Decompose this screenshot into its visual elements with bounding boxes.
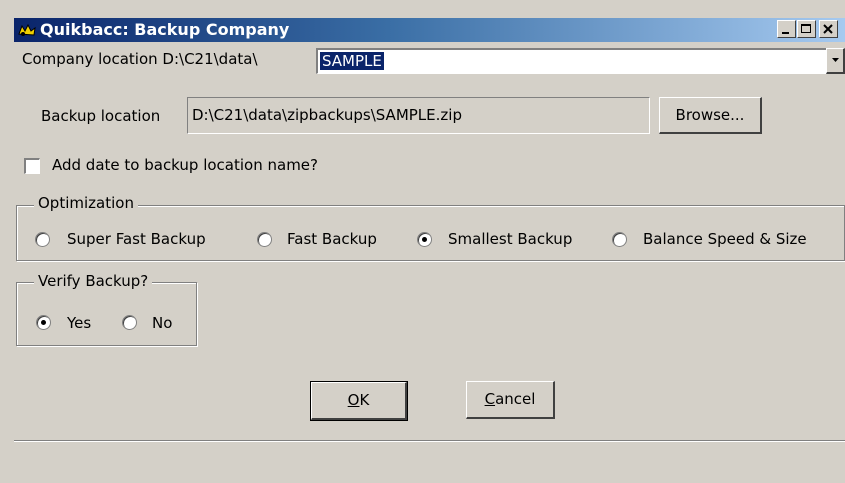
maximize-button[interactable]	[797, 20, 816, 38]
backup-location-label: Backup location	[41, 107, 161, 125]
title-bar[interactable]: Quikbacc: Backup Company	[14, 18, 845, 42]
backup-location-value: D:\C21\data\zipbackups\SAMPLE.zip	[192, 106, 462, 124]
verify-backup-legend: Verify Backup?	[34, 272, 153, 290]
optimization-legend: Optimization	[34, 194, 138, 212]
browse-button[interactable]: Browse...	[659, 97, 762, 134]
status-divider	[14, 440, 845, 442]
radio-balance-speed-size[interactable]	[612, 232, 627, 247]
company-value[interactable]: SAMPLE	[320, 52, 384, 70]
browse-button-label: Browse...	[675, 106, 745, 124]
radio-selected-dot	[422, 237, 427, 242]
label-balance-speed-size[interactable]: Balance Speed & Size	[643, 230, 807, 248]
radio-verify-no[interactable]	[122, 315, 137, 330]
cancel-button[interactable]: Cancel	[466, 381, 555, 419]
label-smallest-backup[interactable]: Smallest Backup	[448, 230, 572, 248]
label-verify-no[interactable]: No	[152, 314, 172, 332]
minimize-icon	[782, 32, 789, 34]
ok-button[interactable]: OK	[310, 381, 408, 421]
cancel-button-label: Cancel	[484, 390, 536, 408]
window-title: Quikbacc: Backup Company	[40, 20, 290, 39]
minimize-button[interactable]	[777, 20, 796, 38]
add-date-checkbox[interactable]	[24, 158, 40, 174]
close-button[interactable]	[819, 20, 838, 38]
label-fast-backup[interactable]: Fast Backup	[287, 230, 377, 248]
add-date-label[interactable]: Add date to backup location name?	[52, 156, 318, 174]
chevron-down-icon	[832, 58, 839, 62]
backup-location-field[interactable]: D:\C21\data\zipbackups\SAMPLE.zip	[187, 97, 650, 134]
close-icon	[823, 24, 833, 34]
app-icon[interactable]	[18, 22, 36, 38]
company-combobox[interactable]: SAMPLE	[316, 48, 836, 74]
radio-selected-dot	[41, 320, 46, 325]
label-super-fast-backup[interactable]: Super Fast Backup	[67, 230, 206, 248]
ok-button-label: OK	[347, 391, 370, 409]
radio-verify-yes[interactable]	[36, 315, 51, 330]
label-verify-yes[interactable]: Yes	[67, 314, 91, 332]
maximize-icon	[801, 24, 811, 33]
radio-fast-backup[interactable]	[257, 232, 272, 247]
radio-smallest-backup[interactable]	[417, 232, 432, 247]
company-location-label: Company location D:\C21\data\	[22, 50, 258, 68]
company-dropdown-button[interactable]	[826, 48, 845, 74]
radio-super-fast-backup[interactable]	[35, 232, 50, 247]
